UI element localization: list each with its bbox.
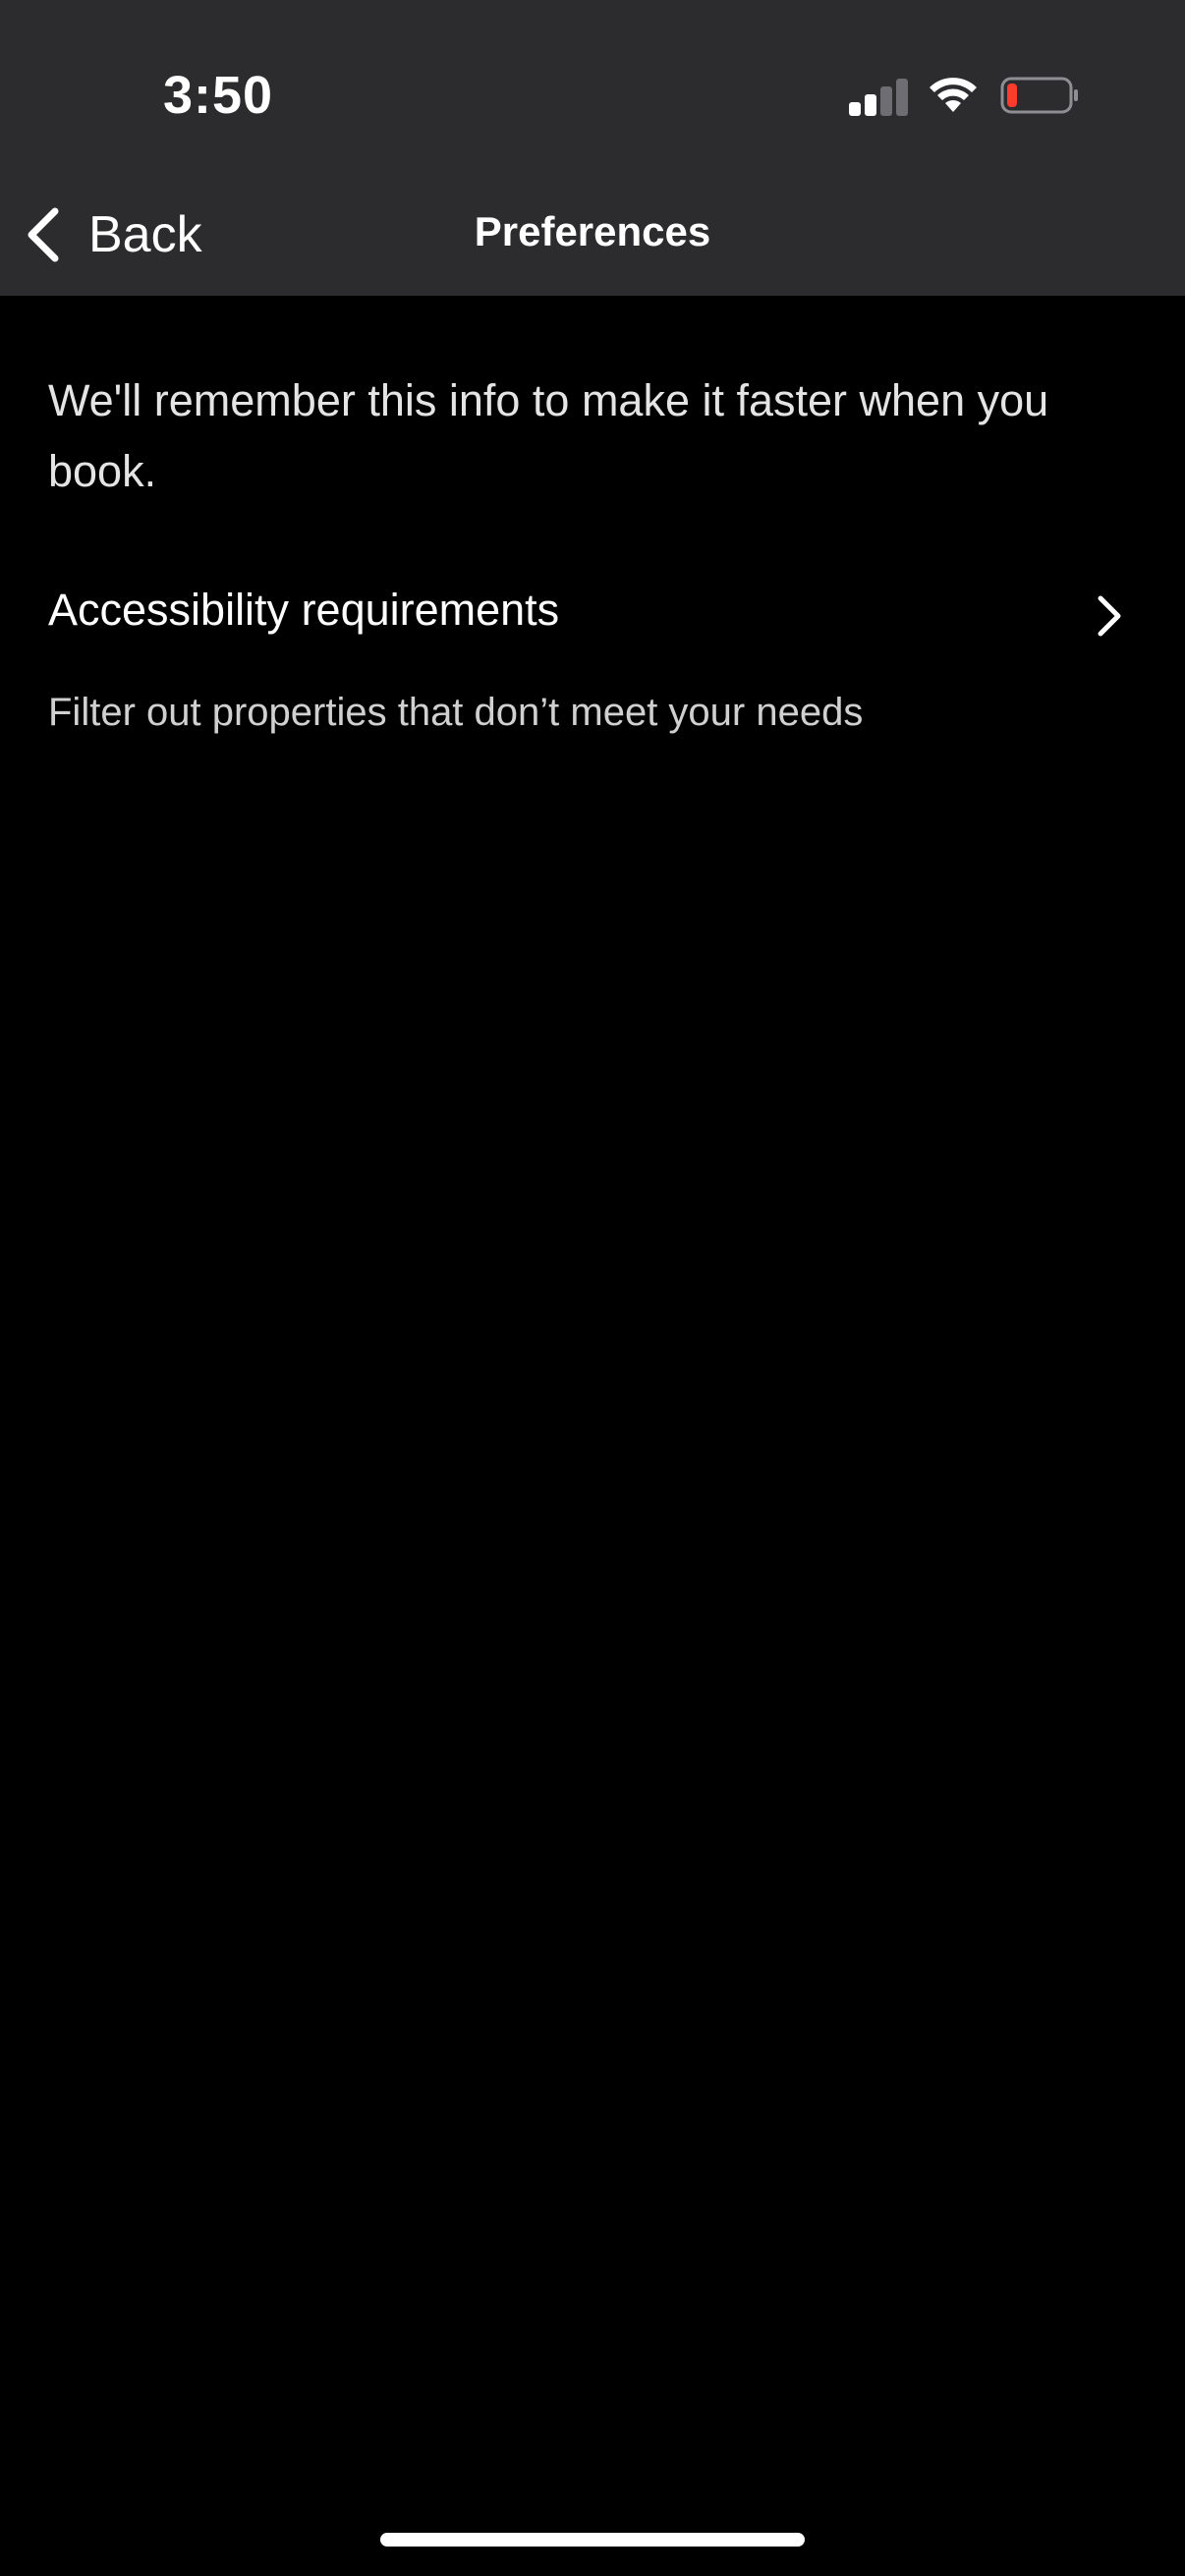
signal-bar-1 (849, 102, 861, 116)
battery-low-icon (1000, 77, 1078, 114)
pref-title: Accessibility requirements (48, 585, 560, 635)
status-time: 3:50 (163, 66, 274, 125)
signal-bar-4 (896, 79, 908, 116)
pref-subtitle: Filter out properties that don’t meet yo… (48, 691, 864, 734)
wifi-icon (930, 78, 977, 112)
navigation-bar: Back Preferences (0, 177, 1185, 296)
accessibility-requirements-row[interactable]: Accessibility requirements Filter out pr… (0, 575, 1185, 752)
status-bar: 3:50 (0, 0, 1185, 177)
signal-bar-2 (865, 94, 876, 116)
intro-text: We'll remember this info to make it fast… (48, 375, 1049, 496)
home-indicator[interactable] (380, 2533, 805, 2547)
header: 3:50 Back Preferences (0, 0, 1185, 296)
chevron-right-icon (1098, 595, 1121, 637)
signal-bar-3 (880, 86, 892, 116)
cellular-signal-icon (849, 77, 908, 116)
page-title: Preferences (474, 208, 711, 254)
